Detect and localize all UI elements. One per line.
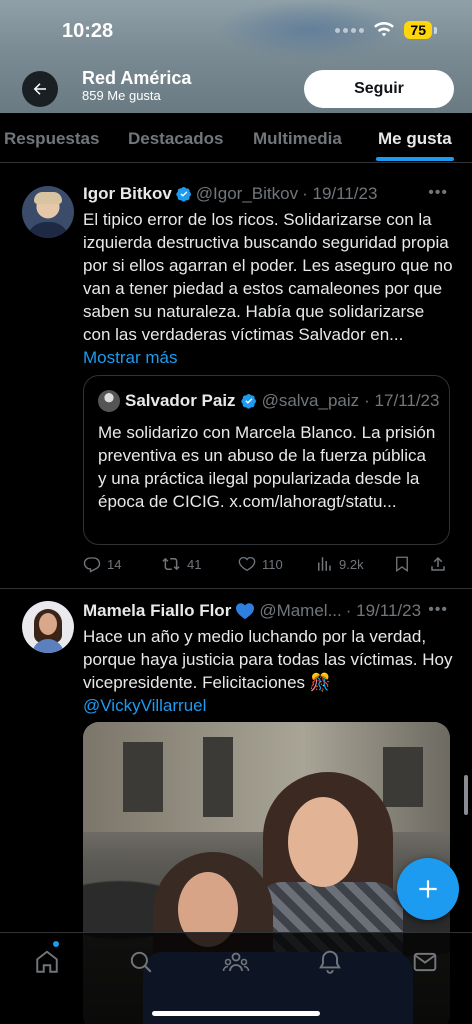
status-icons: 75 [335,21,437,39]
follow-button[interactable]: Seguir [304,70,454,108]
views-button[interactable]: 9.2k [315,555,364,573]
more-options-icon[interactable]: ••• [428,184,448,202]
profile-header: 10:28 75 Red América 859 Me gusta Seguir [0,0,472,113]
tweet-header: Mamela Fiallo Flor @Mamel... · 19/11/23 [83,601,421,621]
show-more-link[interactable]: Mostrar más [83,348,177,367]
tweet-text-content: El tipico error de los ricos. Solidariza… [83,210,453,344]
quoted-author-handle: @salva_paiz [261,391,360,410]
nav-notifications[interactable] [315,947,345,977]
notifications-icon [319,950,341,974]
reply-icon [83,557,101,573]
profile-name: Red América [82,68,192,88]
bottom-navigation [0,932,472,1024]
compose-button[interactable] [397,858,459,920]
nav-messages[interactable] [410,947,440,977]
views-icon [318,557,331,571]
messages-icon [413,952,437,972]
quoted-author-name: Salvador Paiz [125,391,236,410]
tweet-text: El tipico error de los ricos. Solidariza… [83,208,453,369]
blue-heart-icon [236,603,255,620]
tab-destacados[interactable]: Destacados [128,113,223,149]
tweet-header: Igor Bitkov @Igor_Bitkov · 19/11/23 [83,184,377,204]
wifi-icon [374,22,395,37]
tab-respuestas[interactable]: Respuestas [4,113,99,149]
communities-icon [222,952,250,972]
home-notification-dot [53,941,59,947]
verified-badge-icon [176,187,191,202]
back-arrow-icon [33,83,46,95]
author-handle: @Mamel... [259,601,342,620]
tab-label: Me gusta [378,129,452,148]
home-indicator [152,1011,320,1016]
quoted-tweet[interactable]: Salvador Paiz @salva_paiz · 17/11/23 Me … [83,375,450,545]
author-name[interactable]: Igor Bitkov [83,184,172,204]
reply-count: 14 [107,556,122,572]
reply-button[interactable]: 14 [83,555,121,573]
repost-button[interactable]: 41 [161,555,201,573]
quoted-tweet-text: Me solidarizo con Marcela Blanco. La pri… [98,423,436,511]
search-icon [130,951,152,973]
like-button[interactable]: 110 [238,555,283,573]
bookmark-icon [396,556,408,573]
tab-multimedia[interactable]: Multimedia [253,113,342,149]
status-time: 10:28 [62,20,114,42]
repost-icon [162,557,180,571]
tweet[interactable]: Mamela Fiallo Flor @Mamel... · 19/11/23 … [0,588,472,1024]
back-button[interactable] [22,71,58,107]
compose-plus-icon [419,880,437,898]
verified-badge-icon [240,394,256,409]
like-icon [238,556,256,572]
avatar[interactable] [22,186,74,238]
bookmark-button[interactable] [393,555,411,573]
repost-count: 41 [187,556,202,572]
tweet-date: · 19/11/23 [345,601,422,620]
confetti-emoji: 🎊 [309,673,331,692]
battery-indicator: 75 [404,21,437,39]
profile-likes-count: 859 Me gusta [82,88,161,103]
like-count: 110 [262,556,283,572]
tweet-actions: 14 41 110 9.2k [83,552,453,576]
profile-tabs: Respuestas Destacados Multimedia Me gust… [0,113,472,163]
views-count: 9.2k [339,556,364,572]
nav-search[interactable] [126,947,156,977]
share-button[interactable] [429,555,447,573]
more-options-icon[interactable]: ••• [428,601,448,619]
tab-me-gusta[interactable]: Me gusta [376,113,454,161]
author-handle: @Igor_Bitkov [195,184,299,203]
avatar [98,390,120,412]
active-tab-indicator [376,157,454,161]
signal-icon [335,27,365,33]
tab-label: Destacados [128,129,224,148]
tweet-date: · 19/11/23 [302,184,378,203]
home-icon [36,950,58,973]
tweet-text: Hace un año y medio luchando por la verd… [83,625,453,717]
quoted-tweet-header: Salvador Paiz @salva_paiz · 17/11/23 [98,390,439,412]
share-icon [431,556,445,571]
tab-label: Multimedia [253,129,342,148]
quoted-tweet-date: · 17/11/23 [364,391,440,410]
avatar[interactable] [22,601,74,653]
tab-label: Respuestas [4,129,100,148]
tweet-text-content: Hace un año y medio luchando por la verd… [83,627,453,692]
nav-home[interactable] [32,947,62,977]
scrollbar[interactable] [464,775,468,815]
author-name[interactable]: Mamela Fiallo Flor [83,601,231,621]
mention-link[interactable]: @VickyVillarruel [83,696,206,715]
nav-communities[interactable] [221,947,251,977]
